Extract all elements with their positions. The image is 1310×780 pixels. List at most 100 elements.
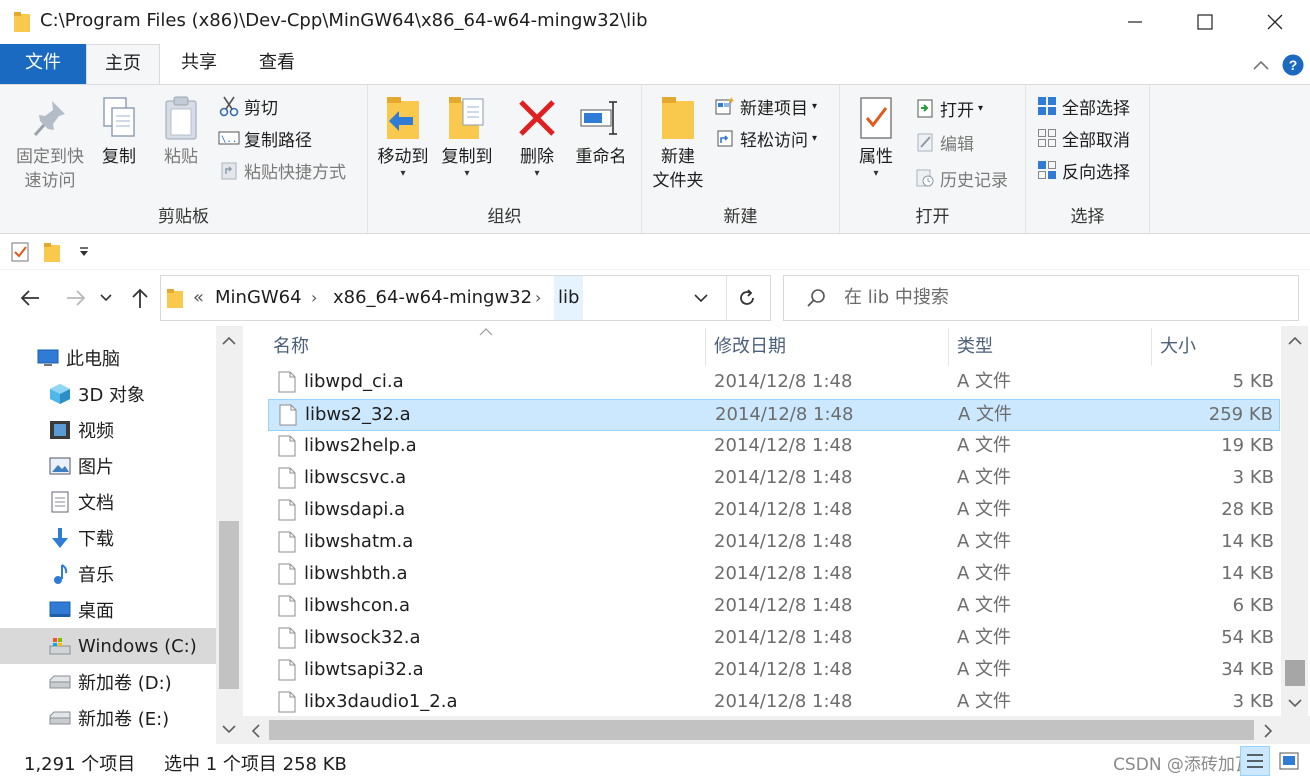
open-group: 属性 ▾ 打开 ▾ 编辑 历史记录 打开	[840, 85, 1026, 233]
nav-item-windows-c[interactable]: Windows (C:)	[0, 628, 216, 664]
properties-qat-icon[interactable]	[10, 241, 30, 263]
column-header-name[interactable]: 名称	[265, 326, 705, 368]
easy-access-button[interactable]: 轻松访问 ▾	[714, 123, 817, 153]
paste-shortcut-button[interactable]: 粘贴快捷方式	[218, 155, 346, 185]
file-name: libws2_32.a	[305, 404, 411, 425]
properties-button[interactable]: 属性 ▾	[848, 93, 904, 179]
file-list-scrollbar[interactable]	[1281, 326, 1308, 716]
open-label: 打开	[940, 100, 974, 121]
file-icon	[278, 371, 296, 393]
file-row[interactable]: libwshatm.a 2014/12/8 1:48 A 文件 14 KB	[268, 527, 1280, 559]
nav-item-音乐[interactable]: 音乐	[0, 556, 216, 592]
breadcrumb-lib[interactable]: lib	[554, 276, 584, 320]
breadcrumb-overflow[interactable]: «	[193, 276, 204, 320]
nav-item-视频[interactable]: 视频	[0, 412, 216, 448]
tab-file[interactable]: 文件	[0, 44, 86, 84]
pin-quick-access-button[interactable]: 固定到快 速访问	[8, 93, 92, 193]
new-folder-qat-icon[interactable]	[44, 242, 60, 262]
delete-button[interactable]: 删除 ▾	[512, 93, 562, 179]
rename-label: 重命名	[575, 147, 627, 167]
breadcrumb-mingw64[interactable]: MinGW64	[215, 276, 302, 320]
open-button[interactable]: 打开 ▾	[914, 93, 983, 123]
scroll-up-icon[interactable]	[1288, 336, 1302, 346]
forward-button[interactable]	[62, 284, 90, 312]
nav-item-文档[interactable]: 文档	[0, 484, 216, 520]
nav-item-桌面[interactable]: 桌面	[0, 592, 216, 628]
scroll-down-icon[interactable]	[1288, 698, 1302, 708]
large-icons-view-icon[interactable]	[1274, 746, 1304, 776]
back-button[interactable]	[16, 284, 44, 312]
tab-home[interactable]: 主页	[86, 44, 160, 85]
copy-path-button[interactable]: \.. 复制路径	[218, 123, 312, 153]
close-icon	[1267, 14, 1283, 30]
details-view-icon[interactable]	[1240, 746, 1270, 776]
search-input[interactable]: 在 lib 中搜索	[783, 275, 1299, 321]
customize-qat-icon[interactable]	[78, 246, 90, 258]
paste-button[interactable]: 粘贴	[154, 93, 208, 169]
file-row[interactable]: libwshbth.a 2014/12/8 1:48 A 文件 14 KB	[268, 559, 1280, 591]
column-header-type[interactable]: 类型	[949, 326, 1151, 368]
tab-view[interactable]: 查看	[240, 44, 314, 84]
column-header-size[interactable]: 大小	[1152, 326, 1280, 368]
folder-icon	[167, 289, 183, 308]
nav-item-新加卷-d[interactable]: 新加卷 (D:)	[0, 664, 216, 700]
copy-to-button[interactable]: 复制到 ▾	[436, 93, 498, 179]
file-row[interactable]: libwshcon.a 2014/12/8 1:48 A 文件 6 KB	[268, 591, 1280, 623]
file-row[interactable]: libwpd_ci.a 2014/12/8 1:48 A 文件 5 KB	[268, 367, 1280, 399]
pin-label-1: 固定到快	[16, 147, 84, 167]
file-row[interactable]: libws2help.a 2014/12/8 1:48 A 文件 19 KB	[268, 431, 1280, 463]
file-type: A 文件	[957, 627, 1012, 648]
recent-locations-button[interactable]	[96, 284, 116, 312]
file-row[interactable]: libwscsvc.a 2014/12/8 1:48 A 文件 3 KB	[268, 463, 1280, 495]
file-row[interactable]: libx3daudio1_2.a 2014/12/8 1:48 A 文件 3 KB	[268, 687, 1280, 719]
video-icon	[48, 418, 72, 442]
nav-scrollbar-thumb[interactable]	[219, 521, 239, 689]
edit-button[interactable]: 编辑	[914, 127, 974, 157]
rename-button[interactable]: 重命名	[570, 93, 632, 169]
scroll-right-icon[interactable]	[1263, 724, 1273, 738]
select-none-button[interactable]: 全部取消	[1036, 123, 1130, 153]
close-button[interactable]	[1240, 0, 1310, 44]
select-all-button[interactable]: 全部选择	[1036, 91, 1130, 121]
nav-item-label: 图片	[78, 457, 114, 478]
nav-item-3d-对象[interactable]: 3D 对象	[0, 376, 216, 412]
file-size: 5 KB	[1232, 371, 1274, 392]
nav-item-新加卷-e[interactable]: 新加卷 (E:)	[0, 700, 216, 736]
breadcrumb-separator-icon[interactable]: ›	[535, 276, 541, 320]
nav-item-下载[interactable]: 下载	[0, 520, 216, 556]
scroll-left-icon[interactable]	[251, 724, 261, 738]
history-button[interactable]: 历史记录	[914, 163, 1008, 193]
scroll-up-icon[interactable]	[222, 336, 236, 346]
address-dropdown-icon[interactable]	[694, 294, 708, 303]
horizontal-scrollbar-thumb[interactable]	[269, 720, 1254, 740]
new-item-button[interactable]: ✦ 新建项目 ▾	[714, 91, 817, 121]
collapse-ribbon-icon[interactable]	[1252, 59, 1270, 71]
copy-icon	[103, 97, 135, 137]
scroll-down-icon[interactable]	[222, 724, 236, 734]
file-list-scrollbar-thumb[interactable]	[1285, 660, 1305, 686]
minimize-button[interactable]	[1100, 0, 1170, 44]
nav-item-图片[interactable]: 图片	[0, 448, 216, 484]
file-row[interactable]: libws2_32.a 2014/12/8 1:48 A 文件 259 KB	[268, 399, 1280, 431]
up-button[interactable]	[126, 284, 154, 312]
nav-scrollbar[interactable]	[216, 326, 243, 744]
copy-button[interactable]: 复制	[94, 93, 144, 169]
cut-button[interactable]: 剪切	[218, 91, 278, 121]
maximize-button[interactable]	[1170, 0, 1240, 44]
file-row[interactable]: libwtsapi32.a 2014/12/8 1:48 A 文件 34 KB	[268, 655, 1280, 687]
move-to-button[interactable]: 移动到 ▾	[372, 93, 434, 179]
new-group-label: 新建	[723, 207, 758, 227]
address-bar[interactable]: « MinGW64 › x86_64-w64-mingw32 › lib	[160, 275, 771, 321]
new-folder-button[interactable]: 新建 文件夹	[646, 93, 710, 193]
breadcrumb-x86-64-w64-mingw32[interactable]: x86_64-w64-mingw32	[333, 276, 532, 320]
tab-share[interactable]: 共享	[162, 44, 236, 84]
breadcrumb-separator-icon[interactable]: ›	[311, 276, 317, 320]
horizontal-scrollbar[interactable]	[243, 716, 1281, 744]
help-icon[interactable]: ?	[1282, 54, 1304, 76]
column-header-date[interactable]: 修改日期	[706, 326, 948, 368]
refresh-icon[interactable]	[737, 288, 757, 308]
nav-item-此电脑[interactable]: 此电脑	[0, 340, 216, 376]
file-row[interactable]: libwsdapi.a 2014/12/8 1:48 A 文件 28 KB	[268, 495, 1280, 527]
file-row[interactable]: libwsock32.a 2014/12/8 1:48 A 文件 54 KB	[268, 623, 1280, 655]
invert-selection-button[interactable]: 反向选择	[1036, 155, 1130, 185]
